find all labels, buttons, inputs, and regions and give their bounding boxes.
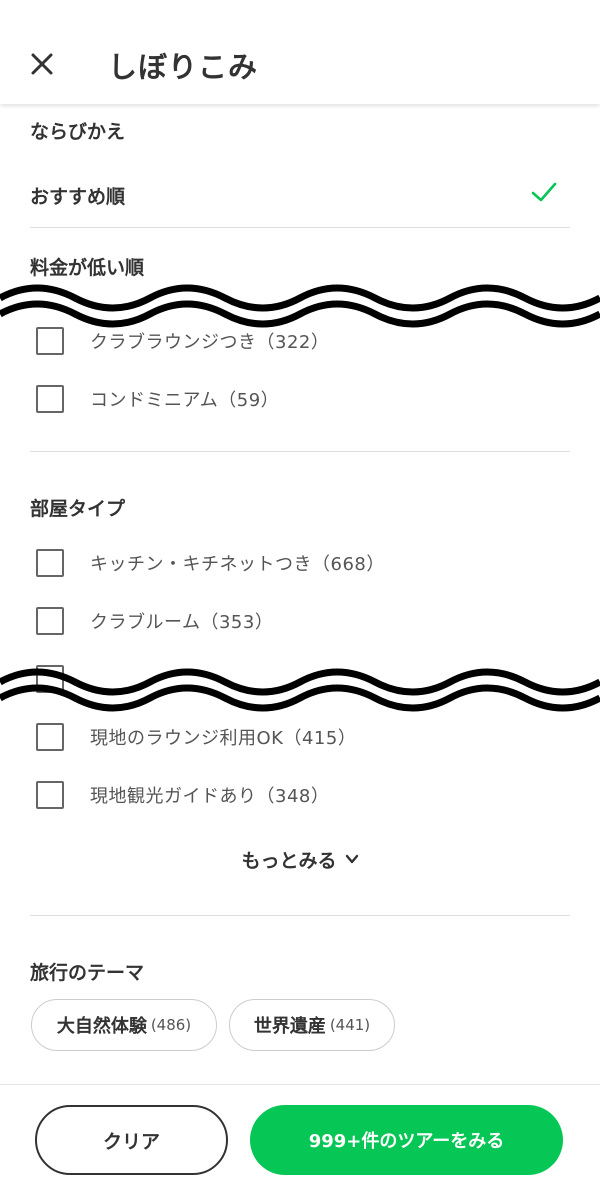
- footer-bar: クリア 999+件のツアーをみる: [0, 1084, 600, 1196]
- page-title: しぼりこみ: [108, 50, 259, 84]
- show-more-link[interactable]: もっとみる: [0, 846, 600, 873]
- check-icon: [531, 182, 557, 202]
- checkbox[interactable]: [36, 327, 64, 355]
- checkbox-condominium[interactable]: コンドミニアム（59）: [36, 384, 279, 414]
- checkbox-lounge-ok[interactable]: 現地のラウンジ利用OK（415）: [36, 722, 356, 752]
- close-icon: [31, 53, 53, 75]
- theme-chip-world-heritage[interactable]: 世界遺産 (441): [229, 999, 395, 1051]
- chip-count: (486): [150, 1016, 192, 1034]
- checkbox-label: クラブラウンジつき（322）: [90, 332, 330, 353]
- theme-section-title: 旅行のテーマ: [30, 962, 145, 984]
- checkbox-label: キッチン・キチネットつき（668）: [90, 554, 385, 575]
- wave-cut-separator: [0, 278, 600, 328]
- divider: [30, 451, 570, 452]
- checkbox-kitchen[interactable]: キッチン・キチネットつき（668）: [36, 548, 385, 578]
- checkbox[interactable]: [36, 549, 64, 577]
- chip-count: (441): [329, 1016, 371, 1034]
- sort-option-recommended[interactable]: おすすめ順: [30, 182, 570, 209]
- checkbox-club-room[interactable]: クラブルーム（353）: [36, 606, 273, 636]
- chevron-down-icon: [345, 854, 358, 864]
- theme-chip-nature[interactable]: 大自然体験 (486): [31, 999, 217, 1051]
- chip-label: 大自然体験: [56, 1016, 147, 1037]
- room-type-section-title: 部屋タイプ: [30, 498, 126, 520]
- wave-cut-separator: [0, 662, 600, 712]
- checkbox-local-guide[interactable]: 現地観光ガイドあり（348）: [36, 780, 329, 810]
- checkbox[interactable]: [36, 385, 64, 413]
- checkbox[interactable]: [36, 723, 64, 751]
- sort-section-title: ならびかえ: [30, 121, 126, 143]
- checkbox-club-lounge[interactable]: クラブラウンジつき（322）: [36, 326, 329, 356]
- checkbox-label: 現地観光ガイドあり（348）: [90, 786, 330, 807]
- chip-label: 世界遺産: [253, 1016, 326, 1037]
- close-button[interactable]: [22, 44, 62, 84]
- checkbox-label: 現地のラウンジ利用OK（415）: [90, 728, 357, 749]
- show-more-label: もっとみる: [241, 850, 337, 872]
- divider: [30, 227, 570, 228]
- sort-option-label: 料金が低い順: [30, 257, 145, 279]
- checkbox[interactable]: [36, 607, 64, 635]
- header-bar: しぼりこみ: [0, 0, 600, 104]
- sort-option-label: おすすめ順: [30, 186, 126, 208]
- clear-button[interactable]: クリア: [35, 1105, 228, 1175]
- divider: [30, 915, 570, 916]
- checkbox[interactable]: [36, 781, 64, 809]
- sort-option-price-low[interactable]: 料金が低い順: [30, 253, 570, 280]
- checkbox-label: コンドミニアム（59）: [90, 390, 280, 411]
- checkbox-label: クラブルーム（353）: [90, 612, 274, 633]
- show-results-button[interactable]: 999+件のツアーをみる: [250, 1105, 563, 1175]
